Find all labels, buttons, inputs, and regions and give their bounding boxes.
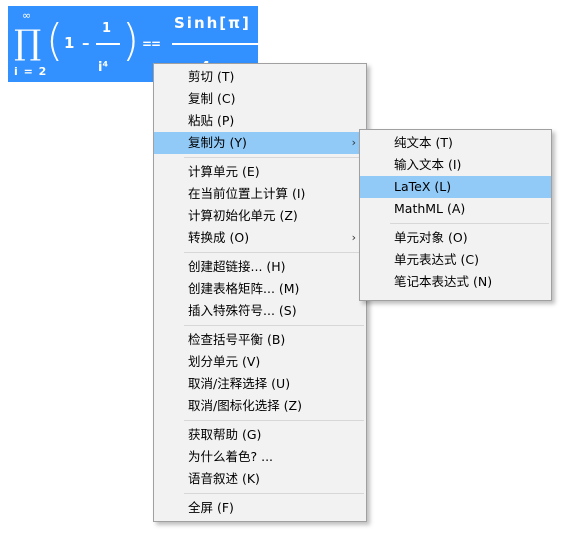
menu-separator bbox=[184, 325, 364, 326]
left-paren: ( bbox=[46, 15, 64, 66]
menu-item-convert-to[interactable]: 转换成 (O) › bbox=[154, 227, 366, 249]
formula-one: 1 bbox=[64, 34, 75, 52]
menu-item-label: 划分单元 (V) bbox=[188, 354, 261, 369]
right-paren: ) bbox=[122, 15, 140, 66]
submenu-item-latex[interactable]: LaTeX (L) bbox=[360, 176, 551, 198]
menu-item-get-help[interactable]: 获取帮助 (G) bbox=[154, 424, 366, 446]
menu-separator bbox=[184, 252, 364, 253]
menu-item-speak[interactable]: 语音叙述 (K) bbox=[154, 468, 366, 490]
menu-item-label: 取消/图标化选择 (Z) bbox=[188, 398, 303, 413]
menu-item-label: 笔记本表达式 (N) bbox=[394, 274, 493, 289]
menu-item-label: 单元对象 (O) bbox=[394, 230, 468, 245]
submenu-item-notebook-expression[interactable]: 笔记本表达式 (N) bbox=[360, 271, 551, 293]
menu-item-label: 在当前位置上计算 (I) bbox=[188, 186, 306, 201]
menu-item-full-screen[interactable]: 全屏 (F) bbox=[154, 497, 366, 519]
menu-item-label: MathML (A) bbox=[394, 201, 466, 216]
menu-item-label: 为什么着色? ... bbox=[188, 449, 274, 464]
fraction-denominator: i⁴ bbox=[98, 60, 109, 75]
menu-item-label: 复制为 (Y) bbox=[188, 135, 247, 150]
equals-sign: == bbox=[142, 37, 161, 51]
menu-item-label: 转换成 (O) bbox=[188, 230, 250, 245]
menu-item-label: 复制 (C) bbox=[188, 91, 236, 106]
rhs-fraction-bar bbox=[172, 43, 258, 45]
menu-item-label: 创建超链接... (H) bbox=[188, 259, 286, 274]
menu-item-divide-cell[interactable]: 划分单元 (V) bbox=[154, 351, 366, 373]
menu-item-label: 剪切 (T) bbox=[188, 69, 235, 84]
menu-item-create-hyperlink[interactable]: 创建超链接... (H) bbox=[154, 256, 366, 278]
menu-separator bbox=[184, 493, 364, 494]
menu-item-why-coloring[interactable]: 为什么着色? ... bbox=[154, 446, 366, 468]
menu-item-check-balance[interactable]: 检查括号平衡 (B) bbox=[154, 329, 366, 351]
menu-separator bbox=[184, 420, 364, 421]
fraction-bar bbox=[96, 43, 120, 45]
menu-item-label: 计算初始化单元 (Z) bbox=[188, 208, 298, 223]
menu-separator bbox=[390, 223, 549, 224]
chevron-right-icon: › bbox=[351, 136, 356, 149]
menu-item-evaluate-cell[interactable]: 计算单元 (E) bbox=[154, 161, 366, 183]
menu-item-label: 插入特殊符号... (S) bbox=[188, 303, 297, 318]
menu-item-label: 输入文本 (I) bbox=[394, 157, 462, 172]
product-lower-limit: i = 2 bbox=[14, 65, 48, 78]
menu-item-label: 语音叙述 (K) bbox=[188, 471, 260, 486]
copy-as-submenu: 纯文本 (T) 输入文本 (I) LaTeX (L) MathML (A) 单元… bbox=[359, 129, 552, 301]
context-menu: 剪切 (T) 复制 (C) 粘贴 (P) 复制为 (Y) › 计算单元 (E) … bbox=[153, 63, 367, 522]
submenu-item-mathml[interactable]: MathML (A) bbox=[360, 198, 551, 220]
menu-item-evaluate-init-cells[interactable]: 计算初始化单元 (Z) bbox=[154, 205, 366, 227]
menu-item-label: 单元表达式 (C) bbox=[394, 252, 479, 267]
product-symbol: ∏ bbox=[14, 23, 42, 63]
menu-item-label: LaTeX (L) bbox=[394, 179, 452, 194]
menu-item-un-comment[interactable]: 取消/注释选择 (U) bbox=[154, 373, 366, 395]
menu-item-label: 创建表格矩阵... (M) bbox=[188, 281, 300, 296]
submenu-item-cell-expression[interactable]: 单元表达式 (C) bbox=[360, 249, 551, 271]
menu-item-insert-special-char[interactable]: 插入特殊符号... (S) bbox=[154, 300, 366, 322]
menu-item-label: 粘贴 (P) bbox=[188, 113, 235, 128]
menu-item-label: 检查括号平衡 (B) bbox=[188, 332, 286, 347]
menu-separator bbox=[184, 157, 364, 158]
menu-item-create-table[interactable]: 创建表格矩阵... (M) bbox=[154, 278, 366, 300]
submenu-item-plain-text[interactable]: 纯文本 (T) bbox=[360, 132, 551, 154]
menu-item-cut[interactable]: 剪切 (T) bbox=[154, 66, 366, 88]
menu-item-copy-as[interactable]: 复制为 (Y) › bbox=[154, 132, 366, 154]
chevron-right-icon: › bbox=[351, 231, 356, 244]
fraction-numerator: 1 bbox=[102, 21, 112, 36]
menu-item-paste[interactable]: 粘贴 (P) bbox=[154, 110, 366, 132]
menu-item-label: 计算单元 (E) bbox=[188, 164, 260, 179]
product-upper-limit: ∞ bbox=[22, 9, 32, 22]
menu-item-label: 取消/注释选择 (U) bbox=[188, 376, 291, 391]
menu-item-evaluate-in-place[interactable]: 在当前位置上计算 (I) bbox=[154, 183, 366, 205]
menu-item-copy[interactable]: 复制 (C) bbox=[154, 88, 366, 110]
rhs-numerator: Sinh[π] bbox=[174, 14, 251, 32]
submenu-item-input-text[interactable]: 输入文本 (I) bbox=[360, 154, 551, 176]
menu-item-label: 获取帮助 (G) bbox=[188, 427, 262, 442]
menu-item-label: 全屏 (F) bbox=[188, 500, 234, 515]
menu-item-un-iconize[interactable]: 取消/图标化选择 (Z) bbox=[154, 395, 366, 417]
menu-item-label: 纯文本 (T) bbox=[394, 135, 453, 150]
formula-minus: – bbox=[82, 34, 90, 52]
submenu-item-cell-object[interactable]: 单元对象 (O) bbox=[360, 227, 551, 249]
